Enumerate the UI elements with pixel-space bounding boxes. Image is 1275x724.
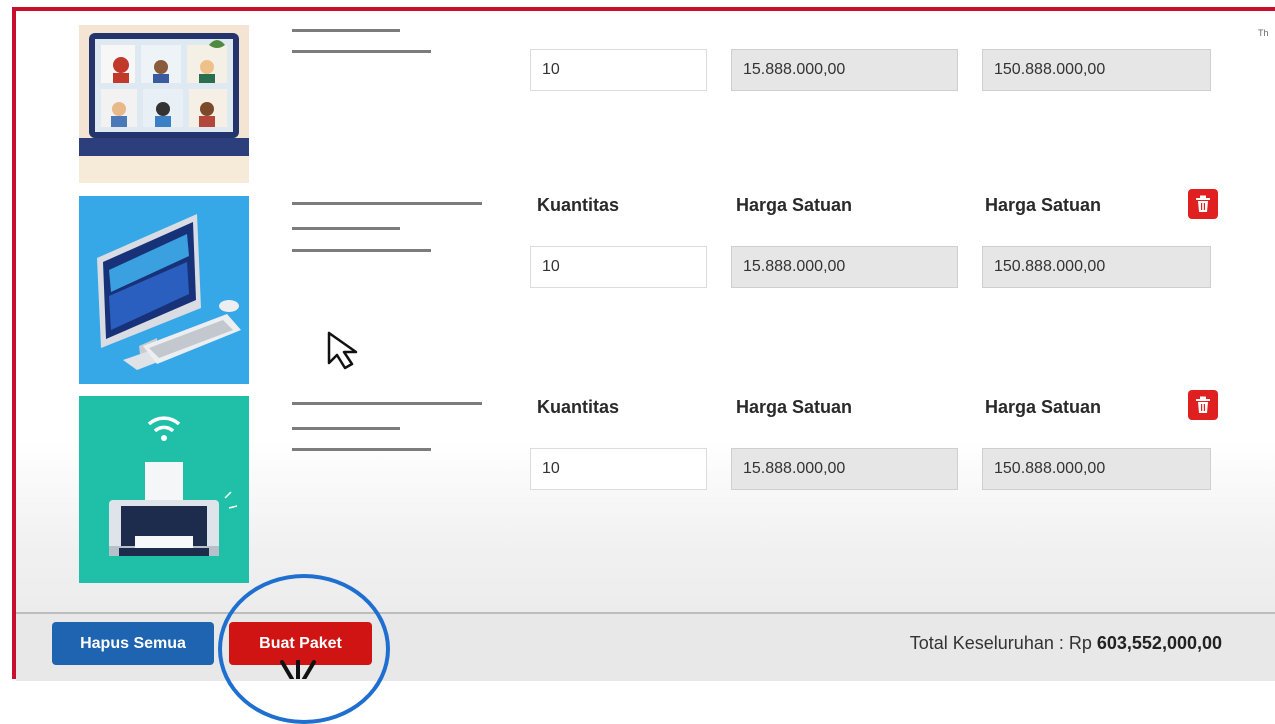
video-conference-laptop-image [79, 25, 249, 183]
quantity-input[interactable]: 10 [530, 49, 707, 91]
unit-price-label: Harga Satuan [736, 195, 853, 215]
subtotal-label: Harga Satuan [985, 195, 1102, 215]
description-placeholder-line [292, 202, 482, 205]
subtotal-field: 150.888.000,00 [982, 49, 1211, 91]
quantity-input[interactable]: 10 [530, 448, 707, 490]
quantity-label: Kuantitas [537, 195, 620, 215]
highlight-circle [218, 574, 390, 724]
description-placeholder-line [292, 29, 400, 32]
grand-total-value: 603,552,000,00 [1096, 633, 1222, 653]
quantity-input[interactable]: 10 [530, 246, 707, 288]
trash-icon [1196, 396, 1210, 413]
delete-item-button[interactable] [1188, 390, 1218, 420]
description-placeholder-line [292, 227, 400, 230]
delete-item-button[interactable] [1188, 189, 1218, 219]
grand-total: Total Keseluruhan : Rp 603,552,000,00 [910, 633, 1222, 654]
grand-total-label: Total Keseluruhan : Rp [909, 633, 1097, 653]
description-placeholder-line [292, 249, 431, 252]
description-placeholder-line [292, 402, 482, 405]
description-placeholder-line [292, 50, 431, 53]
clipped-header-text: Th [1258, 28, 1269, 38]
description-placeholder-line [292, 448, 431, 451]
unit-price-field: 15.888.000,00 [731, 448, 958, 490]
subtotal-field: 150.888.000,00 [982, 246, 1211, 288]
wireless-printer-image [79, 396, 249, 583]
desktop-computer-image [79, 196, 249, 384]
clear-all-button[interactable]: Hapus Semua [52, 622, 214, 665]
subtotal-field: 150.888.000,00 [982, 448, 1211, 490]
unit-price-label: Harga Satuan [736, 397, 853, 417]
click-indicator-icon [280, 660, 316, 679]
description-placeholder-line [292, 427, 400, 430]
quantity-label: Kuantitas [537, 397, 620, 417]
trash-icon [1196, 195, 1210, 212]
subtotal-label: Harga Satuan [985, 397, 1102, 417]
unit-price-field: 15.888.000,00 [731, 49, 958, 91]
mouse-pointer-icon [327, 331, 358, 370]
unit-price-field: 15.888.000,00 [731, 246, 958, 288]
